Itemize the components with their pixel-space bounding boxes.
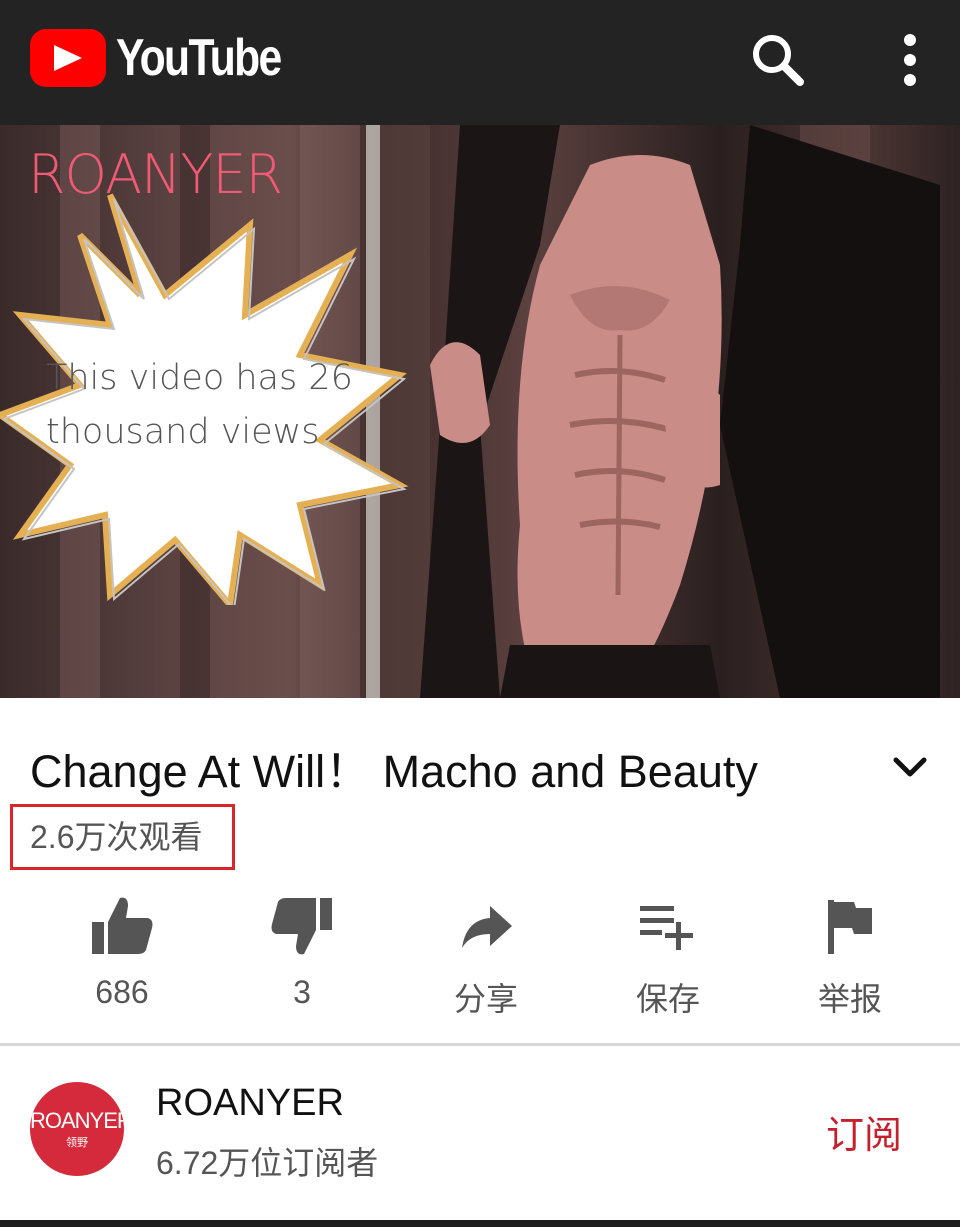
like-count: 686 bbox=[95, 974, 149, 1010]
share-icon bbox=[426, 890, 546, 962]
subscriber-count: 6.72万位订阅者 bbox=[156, 1145, 379, 1181]
youtube-logo-text: YouTube bbox=[116, 29, 282, 87]
callout-text: This video has 26 thousand views bbox=[46, 358, 353, 452]
save-button[interactable]: 保存 bbox=[608, 890, 728, 1020]
thumbs-down-icon bbox=[242, 890, 362, 962]
avatar-logo-text: ROANYER bbox=[30, 1108, 124, 1133]
share-label: 分享 bbox=[453, 981, 518, 1017]
like-button[interactable]: 686 bbox=[62, 890, 182, 1011]
action-bar: 686 3 分享 保存 举报 bbox=[0, 890, 960, 1030]
avatar-logo-subtext: 领野 bbox=[66, 1137, 88, 1149]
share-button[interactable]: 分享 bbox=[426, 890, 546, 1020]
play-logo-icon bbox=[30, 29, 106, 87]
search-icon[interactable] bbox=[748, 30, 808, 90]
more-options-icon[interactable] bbox=[890, 30, 930, 90]
save-label: 保存 bbox=[635, 981, 700, 1017]
dislike-count: 3 bbox=[293, 974, 311, 1010]
flag-icon bbox=[790, 890, 910, 962]
report-button[interactable]: 举报 bbox=[790, 890, 910, 1020]
top-app-bar: YouTube bbox=[0, 0, 960, 125]
video-title: Change At Will！ Macho and Beauty bbox=[30, 746, 758, 797]
dislike-button[interactable]: 3 bbox=[242, 890, 362, 1011]
video-person-figure bbox=[420, 125, 940, 698]
chevron-down-icon[interactable] bbox=[890, 750, 930, 786]
save-playlist-icon bbox=[608, 890, 728, 962]
bottom-edge bbox=[0, 1220, 960, 1227]
subscribe-button[interactable]: 订阅 bbox=[826, 1104, 902, 1159]
video-player[interactable]: ROANYER This video has 26 thousand views bbox=[0, 125, 960, 698]
youtube-logo[interactable]: YouTube bbox=[30, 28, 317, 88]
report-label: 举报 bbox=[817, 981, 882, 1017]
channel-avatar[interactable]: ROANYER 领野 bbox=[30, 1082, 124, 1176]
divider bbox=[0, 1043, 960, 1046]
view-count: 2.6万次观看 bbox=[30, 819, 203, 855]
thumbs-up-icon bbox=[62, 890, 182, 962]
channel-name[interactable]: ROANYER bbox=[156, 1082, 344, 1125]
